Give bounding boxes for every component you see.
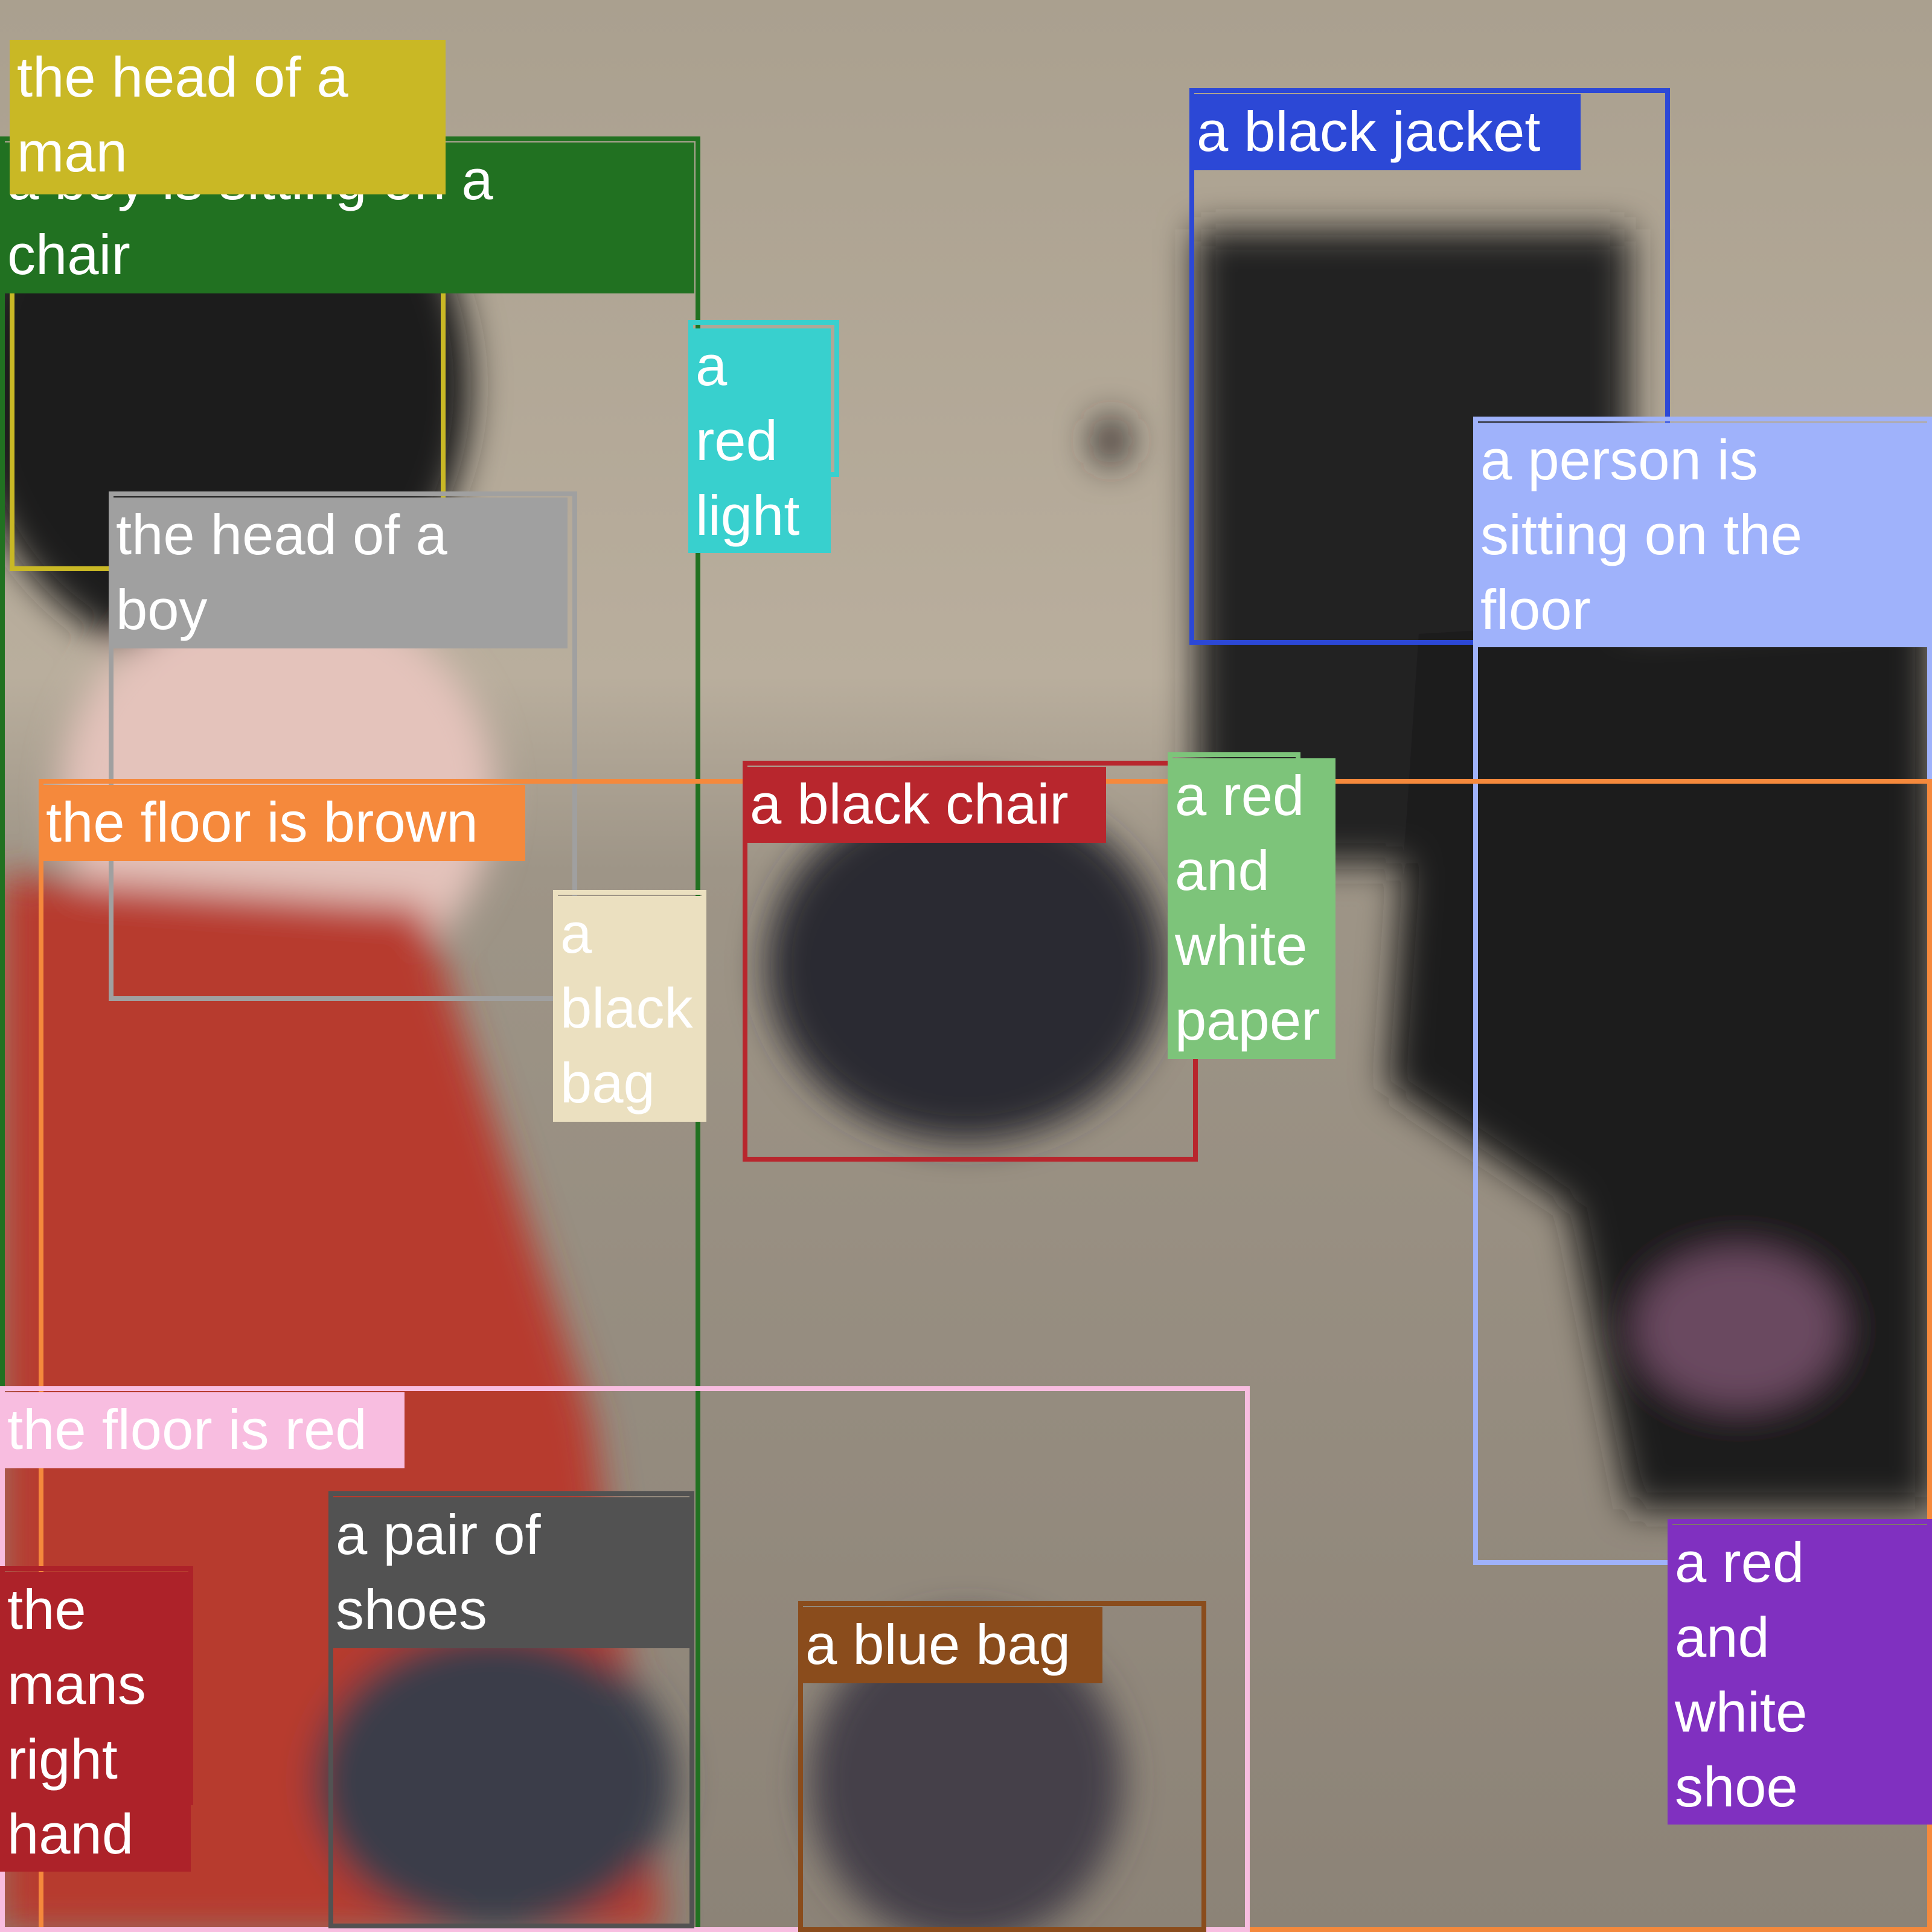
label-line: the head of a xyxy=(116,503,447,566)
label-pair-shoes: a pair of shoes xyxy=(328,1497,689,1648)
wall-spot xyxy=(1093,417,1129,465)
label-line: the floor is red xyxy=(7,1398,367,1461)
label-line: hand xyxy=(7,1802,134,1866)
label-line: bag xyxy=(560,1051,655,1115)
label-line: white xyxy=(1175,913,1308,977)
label-red-light: a red light xyxy=(688,328,831,553)
label-black-jacket: a black jacket xyxy=(1189,94,1581,170)
label-line: the head of a xyxy=(17,45,348,109)
label-line: shoe xyxy=(1675,1755,1798,1818)
label-line: a xyxy=(696,334,728,397)
annotated-photo: a boy is sitting on a chair the head of … xyxy=(0,0,1932,1932)
label-line: white xyxy=(1675,1680,1808,1744)
label-floor-brown: the floor is brown xyxy=(39,785,525,861)
label-line: and xyxy=(1175,839,1270,902)
label-line: a red xyxy=(1675,1531,1805,1594)
label-line: black xyxy=(560,976,693,1040)
label-head-boy: the head of a boy xyxy=(109,497,568,648)
label-line: mans xyxy=(7,1652,146,1716)
label-line: chair xyxy=(7,223,130,286)
label-line: a red xyxy=(1175,764,1305,827)
label-line: the xyxy=(7,1578,86,1641)
label-line: a blue bag xyxy=(805,1613,1071,1676)
label-line: light xyxy=(696,484,800,547)
label-black-bag: a black bag xyxy=(553,896,706,1122)
label-line: a pair of xyxy=(336,1503,541,1566)
label-floor-red: the floor is red xyxy=(0,1392,405,1468)
label-line: man xyxy=(17,120,127,184)
label-line: red xyxy=(696,409,778,472)
label-line: a person is xyxy=(1480,428,1758,491)
label-mans-hand: the mans right hand xyxy=(0,1572,191,1872)
label-person-floor: a person is sitting on the floor xyxy=(1473,423,1932,647)
label-line: paper xyxy=(1175,988,1320,1052)
label-line: a black jacket xyxy=(1197,100,1541,163)
label-line: a black chair xyxy=(750,772,1069,836)
label-line: the floor is brown xyxy=(46,790,478,854)
label-line: shoes xyxy=(336,1578,487,1641)
label-line: sitting on the xyxy=(1480,503,1803,566)
label-blue-bag: a blue bag xyxy=(798,1607,1102,1683)
label-line: and xyxy=(1675,1605,1770,1669)
label-red-white-shoe: a red and white shoe xyxy=(1668,1525,1932,1825)
label-line: a xyxy=(560,901,592,965)
label-line: floor xyxy=(1480,578,1591,641)
label-line: right xyxy=(7,1727,118,1791)
label-black-chair: a black chair xyxy=(743,767,1106,843)
label-red-white-paper: a red and white paper xyxy=(1168,758,1335,1059)
label-head-man: the head of a man xyxy=(10,40,446,194)
label-line: boy xyxy=(116,578,208,641)
